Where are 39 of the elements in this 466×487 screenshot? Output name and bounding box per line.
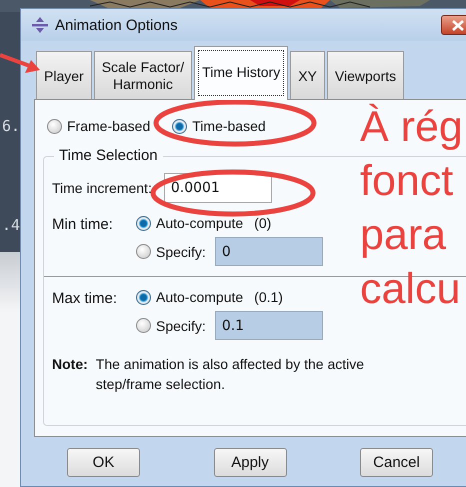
radio-label: Time-based: [192, 118, 266, 134]
field-label: Time increment:: [52, 180, 152, 196]
dialog-button[interactable]: OK: [67, 448, 140, 477]
radio-button[interactable]: [136, 244, 151, 259]
tab[interactable]: Player: [36, 51, 92, 99]
annotation-text: À rég: [360, 102, 463, 153]
dialog-button[interactable]: Cancel: [360, 448, 433, 477]
tab[interactable]: XY: [290, 51, 325, 99]
field-label: Max time:: [52, 289, 118, 309]
axis-label: .4: [2, 216, 20, 234]
radio-label: Auto-compute: [156, 215, 244, 231]
annotation-text: fonct: [360, 156, 454, 207]
window-title: Animation Options: [55, 16, 179, 34]
radio-label: Auto-compute: [156, 289, 244, 305]
radio-button[interactable]: [136, 290, 151, 304]
note-label: Note:: [52, 355, 88, 374]
radio-button[interactable]: [47, 118, 62, 134]
radio-label: Frame-based: [67, 118, 150, 134]
radio-label: Specify:: [156, 318, 206, 334]
annotation-text: calcu: [360, 264, 462, 315]
value-text: (0): [254, 215, 272, 231]
field-label: Min time:: [52, 215, 114, 235]
radio-button[interactable]: [136, 318, 151, 333]
input-field[interactable]: 0: [214, 237, 323, 266]
annotation-text: para: [360, 210, 448, 261]
app-icon: [31, 16, 49, 34]
note-text: The animation is also affected by the active step/frame selection.: [96, 355, 366, 394]
radio-button[interactable]: [136, 216, 151, 230]
tab[interactable]: Viewports: [326, 51, 404, 99]
input-field[interactable]: 0.1: [214, 311, 323, 340]
radio-label: Specify:: [156, 244, 206, 260]
tab[interactable]: Scale Factor/ Harmonic: [94, 51, 192, 99]
dialog-button[interactable]: Apply: [214, 448, 286, 477]
radio-button[interactable]: [172, 118, 188, 134]
axis-label: 6.: [2, 117, 20, 135]
value-text: (0.1): [254, 289, 283, 305]
close-button[interactable]: [441, 15, 466, 35]
tab[interactable]: Time History: [194, 46, 288, 100]
close-icon: [452, 20, 464, 30]
